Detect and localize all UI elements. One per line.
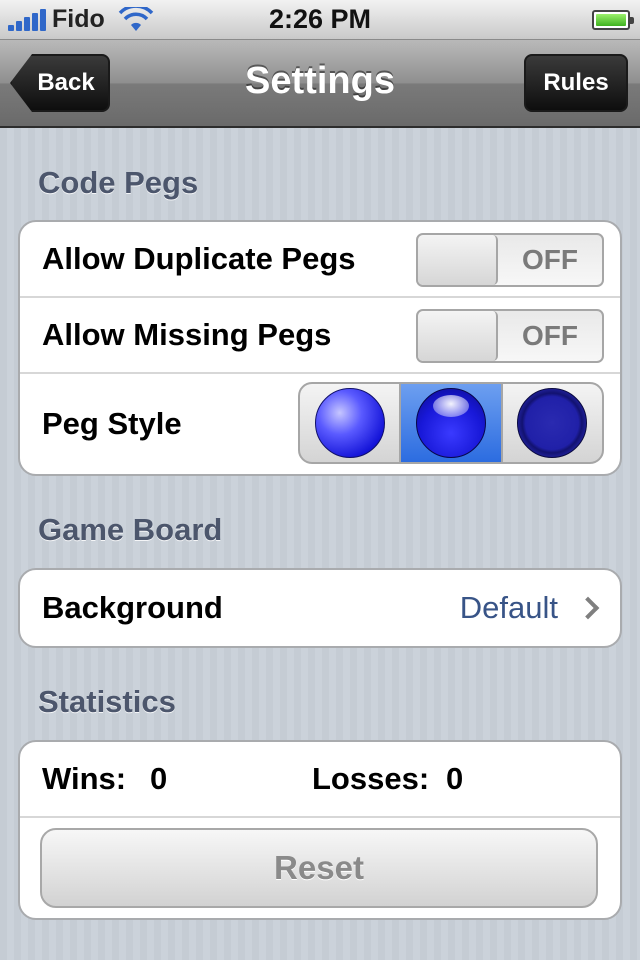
peg-style-row: Peg Style [20,374,620,474]
peg-style-option-flat[interactable] [503,384,602,462]
peg-style-option-glossy[interactable] [300,384,402,462]
reset-button[interactable]: Reset [40,828,598,908]
stats-row: Wins: 0 Losses: 0 [20,742,620,818]
toggle-knob [418,235,498,285]
allow-duplicate-row: Allow Duplicate Pegs OFF [20,222,620,298]
peg-style-segmented-control[interactable] [298,382,604,464]
background-value: Default [459,590,558,625]
status-bar: Fido 2:26 PM [0,0,640,40]
background-row[interactable]: Background Default [20,570,620,646]
battery-icon [592,10,634,30]
statistics-group: Wins: 0 Losses: 0 Reset [18,740,622,920]
allow-missing-label: Allow Missing Pegs [42,317,332,352]
shiny-peg-icon [415,388,486,458]
code-pegs-group: Allow Duplicate Pegs OFF Allow Missing P… [18,220,622,476]
toggle-knob [418,311,498,361]
wins-value: 0 [150,761,168,796]
chevron-right-icon [576,596,600,620]
peg-style-label: Peg Style [42,406,182,441]
section-header-code-pegs: Code Pegs [38,165,199,200]
allow-missing-toggle[interactable]: OFF [416,309,604,363]
allow-missing-row: Allow Missing Pegs OFF [20,298,620,374]
losses-label: Losses: [312,761,430,796]
toggle-state: OFF [522,320,578,351]
rules-button[interactable]: Rules [524,54,628,112]
status-time: 2:26 PM [268,4,372,34]
wins-label: Wins: [42,761,127,796]
allow-duplicate-toggle[interactable]: OFF [416,233,604,287]
flat-peg-icon [517,388,588,458]
navigation-bar: Back Settings Rules [0,40,640,128]
glossy-peg-icon [314,388,385,458]
section-header-game-board: Game Board [38,512,223,547]
section-header-statistics: Statistics [38,684,176,719]
toggle-state: OFF [522,244,578,275]
allow-duplicate-label: Allow Duplicate Pegs [42,241,356,276]
losses-value: 0 [446,761,464,796]
game-board-group: Background Default [18,568,622,648]
peg-style-option-shiny[interactable] [401,384,503,462]
background-label: Background [42,590,223,625]
